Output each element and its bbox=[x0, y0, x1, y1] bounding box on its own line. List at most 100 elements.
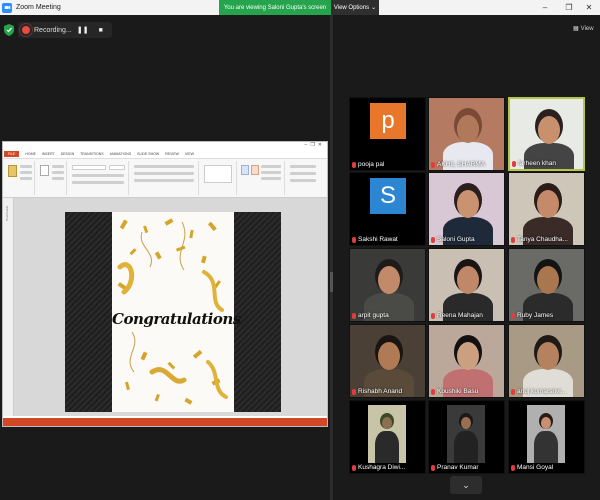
participant-name: Reena Mahajan bbox=[437, 312, 483, 319]
participant-video bbox=[509, 173, 584, 245]
ppt-window-controls: –❐✕ bbox=[304, 142, 325, 148]
participant-name-label: Koushiki Basu bbox=[431, 388, 478, 395]
participant-name-label: arpit gupta bbox=[352, 312, 389, 319]
viewing-screen-banner: You are viewing Saloni Gupta's screen bbox=[219, 0, 331, 15]
mic-muted-icon bbox=[511, 236, 515, 243]
participant-tile[interactable]: Reena Mahajan bbox=[428, 248, 505, 322]
split-divider[interactable] bbox=[330, 15, 333, 500]
view-label: View bbox=[580, 25, 594, 32]
participant-tile[interactable]: Pranav Kumar bbox=[428, 400, 505, 474]
participant-name: pooja pal bbox=[358, 161, 385, 168]
participant-name-label: Saloni Gupta bbox=[431, 236, 475, 243]
participant-tile[interactable]: Rishabh Anand bbox=[349, 324, 426, 398]
view-button[interactable]: ▦ View bbox=[573, 25, 594, 33]
participant-tile[interactable]: farheen khan bbox=[508, 97, 585, 171]
ppt-tab: VIEW bbox=[184, 152, 194, 156]
chevron-down-icon: ⌄ bbox=[462, 479, 470, 490]
ppt-ribbon bbox=[3, 158, 327, 198]
mic-muted-icon bbox=[431, 312, 435, 319]
participant-name: Pranav Kumar bbox=[437, 464, 479, 471]
mic-muted-icon bbox=[511, 312, 515, 319]
participant-video bbox=[350, 325, 425, 397]
participant-name-label: Tanya Chaudha... bbox=[511, 236, 568, 243]
ppt-file-tab: FILE bbox=[4, 151, 20, 157]
ribbon-group-editing bbox=[287, 161, 323, 195]
ribbon-group-shapes bbox=[201, 161, 237, 195]
participant-name-label: Kushagra Diwi... bbox=[352, 464, 405, 471]
divider-handle[interactable] bbox=[330, 272, 333, 292]
ppt-ribbon-tabs: FILE HOME INSERT DESIGN TRANSITIONS ANIM… bbox=[3, 150, 327, 158]
stop-recording-button[interactable]: ■ bbox=[94, 23, 108, 37]
slide-thumbnail-panel: Thumbnails bbox=[3, 198, 14, 416]
participant-video bbox=[429, 401, 504, 473]
participant-name: AKHIL SHARMA bbox=[437, 161, 486, 168]
ribbon-group-clipboard bbox=[5, 161, 35, 195]
mic-muted-icon bbox=[352, 464, 356, 471]
participant-tile[interactable]: Mansi Goyal bbox=[508, 400, 585, 474]
participant-tile[interactable]: Koushiki Basu bbox=[428, 324, 505, 398]
ppt-editor-area: Thumbnails Congratulations bbox=[3, 198, 327, 416]
ppt-status-bar bbox=[3, 418, 327, 426]
participant-name: farheen khan bbox=[518, 160, 556, 167]
participant-name: Ruby James bbox=[517, 312, 554, 319]
participant-tile[interactable]: Ruby James bbox=[508, 248, 585, 322]
participant-tile[interactable]: anuj kumarsrivi... bbox=[508, 324, 585, 398]
ppt-title-bar: –❐✕ bbox=[3, 142, 327, 150]
mic-muted-icon bbox=[352, 312, 356, 319]
pause-recording-button[interactable]: ❚❚ bbox=[76, 23, 90, 37]
paste-icon bbox=[8, 165, 17, 177]
participant-tile[interactable]: p pooja pal bbox=[349, 97, 426, 171]
recording-indicator: Recording... ❚❚ ■ bbox=[18, 22, 112, 38]
slide-canvas: Congratulations bbox=[65, 212, 281, 412]
ppt-tab: ANIMATIONS bbox=[109, 152, 132, 156]
quick-styles-icon bbox=[251, 165, 259, 175]
zoom-app-icon bbox=[2, 2, 12, 13]
participant-video bbox=[509, 325, 584, 397]
view-options-button[interactable]: View Options ⌄ bbox=[331, 0, 379, 15]
participant-name-label: Reena Mahajan bbox=[431, 312, 483, 319]
maximize-button[interactable]: ❐ bbox=[558, 0, 580, 15]
ppt-tab: SLIDE SHOW bbox=[137, 152, 160, 156]
participant-name: Koushiki Basu bbox=[437, 388, 479, 395]
participant-name-label: farheen khan bbox=[512, 160, 556, 167]
participant-avatar: S bbox=[370, 178, 406, 214]
gallery-scroll-down-button[interactable]: ⌄ bbox=[450, 476, 482, 494]
record-icon bbox=[22, 26, 30, 34]
participant-name-label: Sakshi Rawat bbox=[352, 236, 398, 243]
participant-tile[interactable]: arpit gupta bbox=[349, 248, 426, 322]
grid-view-icon: ▦ bbox=[573, 26, 579, 32]
mic-muted-icon bbox=[431, 236, 435, 243]
shared-screen: –❐✕ FILE HOME INSERT DESIGN TRANSITIONS … bbox=[2, 141, 328, 427]
participant-name-label: Rishabh Anand bbox=[352, 388, 402, 395]
new-slide-icon bbox=[40, 165, 49, 176]
mic-muted-icon bbox=[512, 160, 516, 167]
participant-tile[interactable]: Saloni Gupta bbox=[428, 172, 505, 246]
participant-name: Kushagra Diwi... bbox=[358, 464, 406, 471]
minimize-button[interactable]: – bbox=[534, 0, 556, 15]
participant-name: Sakshi Rawat bbox=[358, 236, 398, 243]
participant-tile[interactable]: AKHIL SHARMA bbox=[428, 97, 505, 171]
participant-video bbox=[429, 325, 504, 397]
mic-muted-icon bbox=[511, 464, 515, 471]
meeting-status-row: Recording... ❚❚ ■ bbox=[4, 22, 112, 38]
chevron-down-icon: ⌄ bbox=[371, 5, 377, 11]
participant-name-label: AKHIL SHARMA bbox=[431, 161, 485, 168]
participant-video bbox=[510, 99, 583, 169]
participant-video bbox=[509, 401, 584, 473]
participant-video bbox=[429, 98, 504, 170]
participant-name-label: pooja pal bbox=[352, 161, 384, 168]
mic-muted-icon bbox=[511, 388, 515, 395]
ppt-tab: HOME bbox=[25, 152, 36, 156]
ppt-tab: TRANSITIONS bbox=[80, 152, 104, 156]
close-button[interactable]: ✕ bbox=[578, 0, 600, 15]
shield-icon[interactable] bbox=[4, 24, 14, 36]
participant-name-label: anuj kumarsrivi... bbox=[511, 388, 566, 395]
participant-video bbox=[350, 249, 425, 321]
participant-tile[interactable]: S Sakshi Rawat bbox=[349, 172, 426, 246]
slide-dark-panel-right bbox=[234, 212, 281, 412]
mic-muted-icon bbox=[352, 161, 356, 168]
participant-tile[interactable]: Kushagra Diwi... bbox=[349, 400, 426, 474]
ribbon-group-slides bbox=[37, 161, 67, 195]
participant-tile[interactable]: Tanya Chaudha... bbox=[508, 172, 585, 246]
participant-name: arpit gupta bbox=[358, 312, 389, 319]
